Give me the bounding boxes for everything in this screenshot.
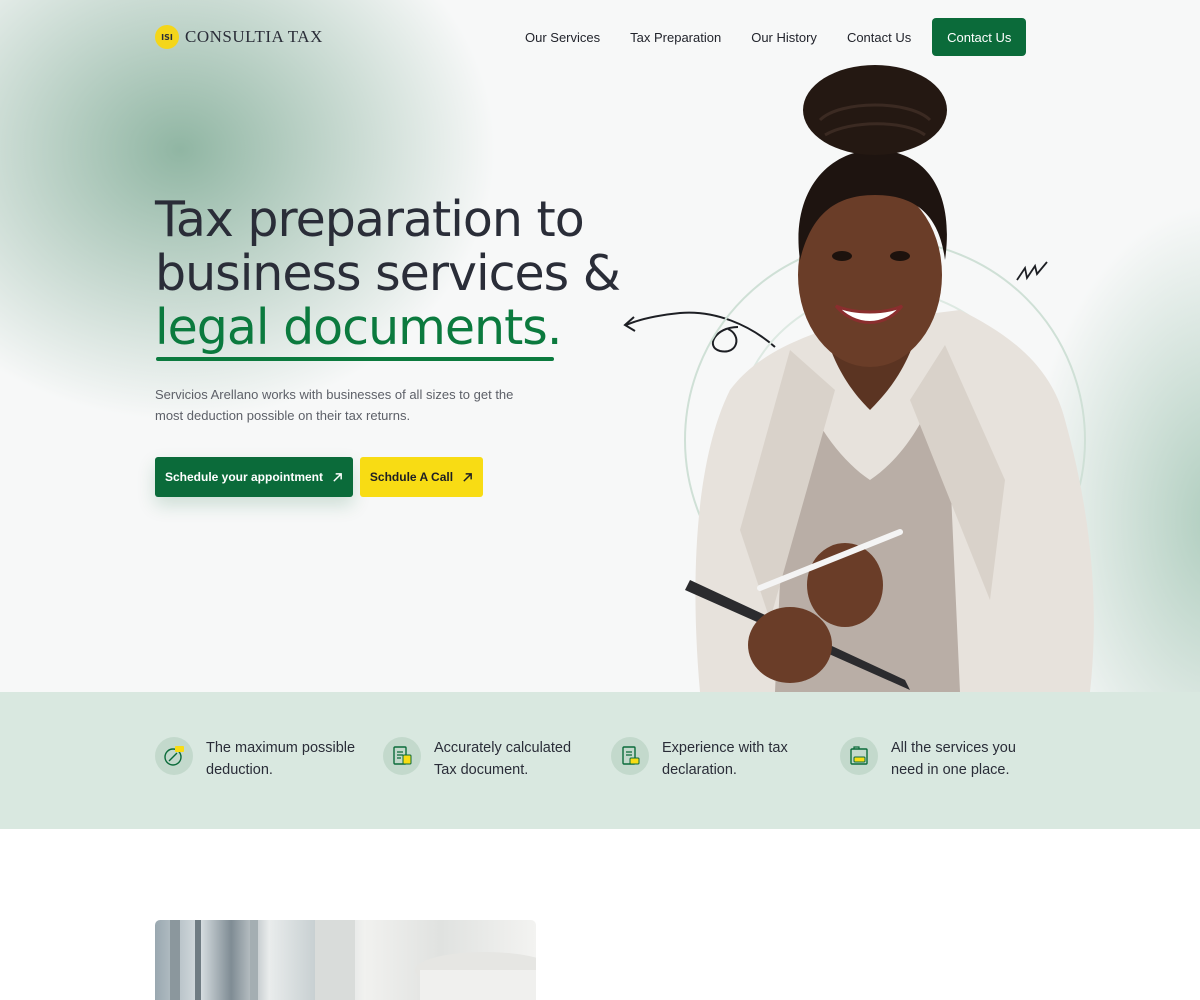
headline-line-1: Tax preparation to — [155, 191, 585, 248]
nav-our-history[interactable]: Our History — [736, 30, 832, 45]
logo-mark-icon: ISI — [155, 25, 179, 49]
hero-headline: Tax preparation to business services & l… — [155, 191, 621, 356]
nav-our-services[interactable]: Our Services — [510, 30, 615, 45]
feature-item: Accurately calculated Tax document. — [383, 737, 593, 781]
office-photo-illustration — [170, 920, 536, 1000]
feature-text: All the services you need in one place. — [891, 740, 1016, 778]
feature-text: Accurately calculated Tax document. — [434, 740, 572, 778]
arrow-up-right-icon — [333, 472, 342, 482]
tax-document-icon — [383, 737, 421, 775]
headline-line-2: business services & — [155, 245, 621, 302]
brand-logo[interactable]: ISI CONSULTIA TAX — [155, 25, 323, 49]
feature-text: The maximum possible deduction. — [206, 740, 356, 778]
hero-description: Servicios Arellano works with businesses… — [155, 387, 514, 423]
contact-us-button[interactable]: Contact Us — [932, 18, 1027, 56]
headline-underline — [156, 357, 554, 361]
features-band: The maximum possible deduction. Accurate… — [0, 692, 1200, 829]
headline-line-3: legal documents. — [155, 299, 562, 356]
brand-name: CONSULTIA TAX — [185, 27, 323, 46]
office-photo — [155, 920, 536, 1000]
hero-section: ISI CONSULTIA TAX Our Services Tax Prepa… — [0, 0, 1200, 692]
tax-percent-icon — [155, 737, 193, 775]
schedule-appointment-label: Schedule your appointment — [164, 470, 323, 484]
tax-declaration-icon — [611, 737, 649, 775]
schedule-appointment-button[interactable]: Schedule your appointment — [155, 457, 353, 497]
schedule-call-button[interactable]: Schdule A Call — [360, 457, 483, 497]
tax-folder-icon — [840, 737, 878, 775]
feature-text: Experience with tax declaration. — [662, 740, 788, 778]
main-nav: Our Services Tax Preparation Our History… — [510, 18, 1027, 56]
consultant-portrait — [684, 65, 1094, 692]
feature-item: All the services you need in one place. — [840, 737, 1050, 781]
feature-item: The maximum possible deduction. — [155, 737, 365, 781]
nav-tax-preparation[interactable]: Tax Preparation — [615, 30, 736, 45]
feature-item: Experience with tax declaration. — [611, 737, 821, 781]
arrow-up-right-icon — [463, 472, 472, 482]
nav-contact-us[interactable]: Contact Us — [832, 30, 926, 45]
schedule-call-label: Schdule A Call — [369, 470, 454, 484]
